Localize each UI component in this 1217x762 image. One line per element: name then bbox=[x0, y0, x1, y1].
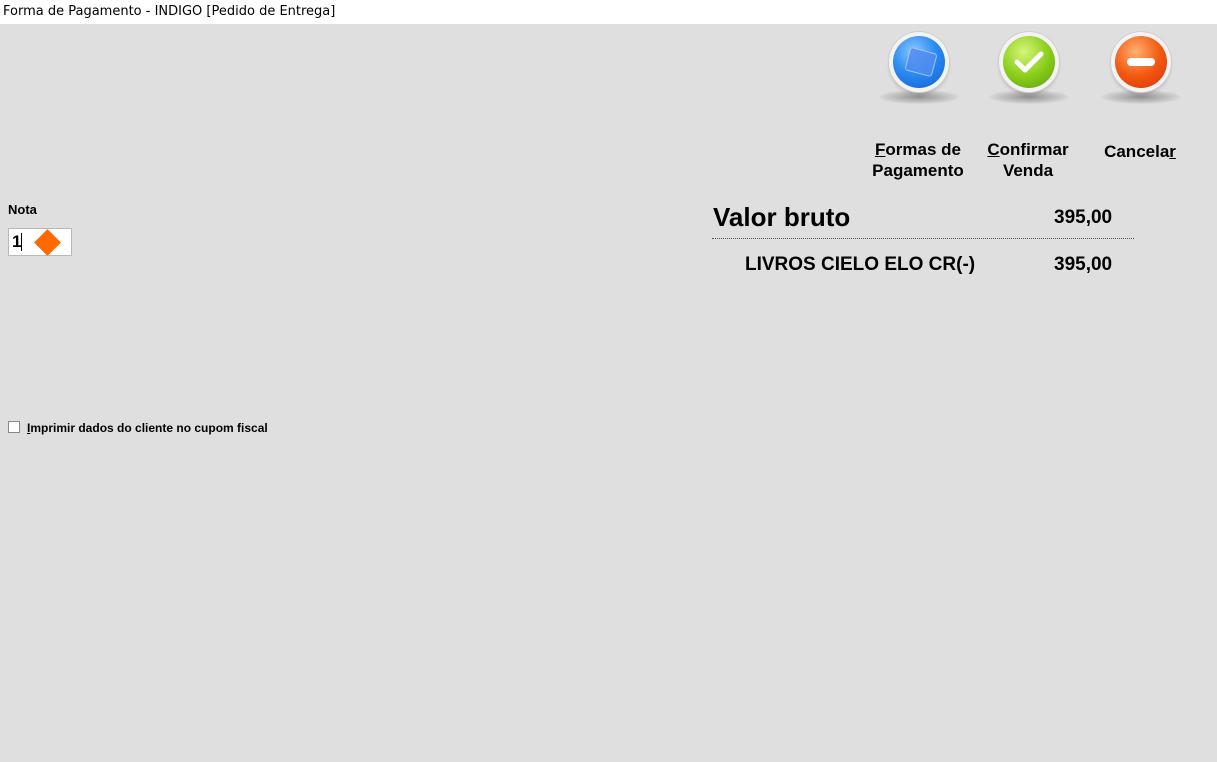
valor-bruto-label: Valor bruto bbox=[713, 202, 851, 232]
print-client-data-checkbox[interactable] bbox=[8, 421, 20, 433]
nota-input[interactable]: 1 bbox=[8, 228, 72, 256]
window-title: Forma de Pagamento - INDIGO [Pedido de E… bbox=[3, 4, 336, 19]
payment-methods-label[interactable]: Formas de Pagamento bbox=[867, 139, 969, 181]
button-shadow bbox=[1101, 90, 1181, 104]
button-shadow bbox=[989, 90, 1069, 104]
diamond-icon bbox=[34, 229, 61, 256]
button-shadow bbox=[879, 90, 959, 104]
text-caret bbox=[21, 233, 22, 251]
cancel-label[interactable]: Cancelar bbox=[1092, 141, 1188, 162]
title-bar: Forma de Pagamento - INDIGO [Pedido de E… bbox=[0, 0, 1217, 24]
payment-entry-label: LIVROS CIELO ELO CR(-) bbox=[745, 254, 976, 275]
totals-divider bbox=[712, 238, 1134, 239]
payment-methods-icon bbox=[889, 32, 949, 92]
cancel-button[interactable] bbox=[1092, 32, 1192, 112]
print-client-data-label[interactable]: Imprimir dados do cliente no cupom fisca… bbox=[27, 421, 268, 435]
confirm-sale-label[interactable]: Confirmar Venda bbox=[978, 139, 1078, 181]
confirm-sale-button[interactable] bbox=[980, 32, 1080, 112]
payment-methods-button[interactable] bbox=[870, 32, 970, 112]
valor-bruto-value: 395,00 bbox=[1054, 207, 1113, 228]
minus-icon bbox=[1111, 32, 1171, 92]
payment-entry-value: 395,00 bbox=[1054, 254, 1113, 275]
checkmark-icon bbox=[999, 32, 1059, 92]
nota-label: Nota bbox=[8, 202, 37, 217]
